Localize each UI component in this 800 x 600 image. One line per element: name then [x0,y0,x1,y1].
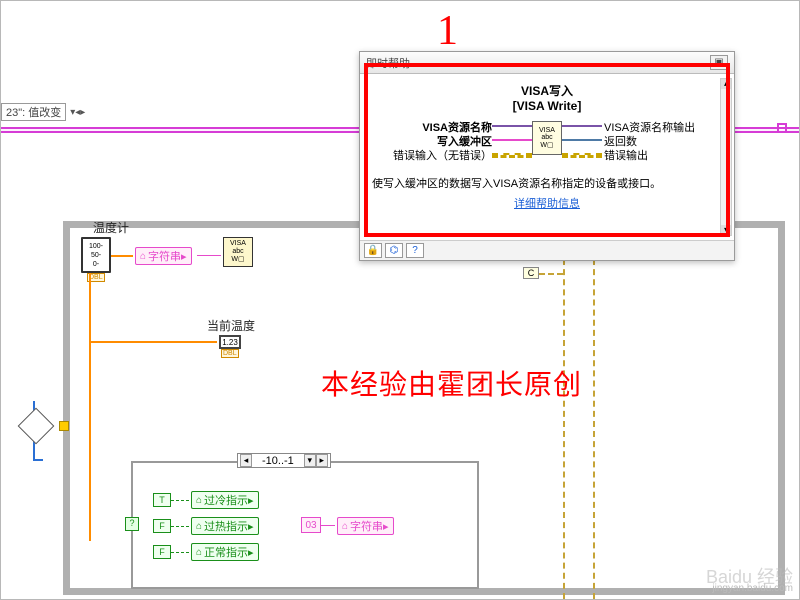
dbl-tag-2: DBL [221,349,239,358]
const-03[interactable]: 03 [301,517,321,533]
scroll-down-icon[interactable]: ▾ [721,225,731,235]
false-const-2[interactable]: F [153,545,171,559]
chevron-right-icon: ▸ [248,520,254,533]
string-link-2[interactable]: ⌂ 字符串 ▸ [337,517,394,535]
vertical-rail-1 [563,259,565,599]
hw-l1 [492,125,532,127]
wire-pink-03 [321,525,335,526]
wire-string-to-visa [197,255,221,256]
c-terminal: C [523,267,539,279]
thermometer-control[interactable]: 100- 50- 0- [81,237,111,273]
tunnel-orange [59,421,69,431]
pink-end-node [777,123,787,133]
chevron-right-icon: ▸ [248,546,254,559]
hw-r3 [562,153,602,158]
help-description: 使写入缓冲区的数据写入VISA资源名称指定的设备或接口。 [372,175,722,191]
port-in-err: 错误输入（无错误） [372,147,492,163]
help-heading-2: [VISA Write] [372,99,722,113]
false-const-1[interactable]: F [153,519,171,533]
annotation-number: 1 [437,7,458,55]
home-icon: ⌂ [140,251,146,262]
current-temp-indicator[interactable]: 1.23 [219,335,241,349]
help-lock-icon[interactable]: 🔒 [364,243,382,258]
wire-g-3 [171,552,189,553]
case-selector-terminal[interactable]: ? [125,517,139,531]
home-icon: ⌂ [196,547,202,558]
wire-orange-v2 [89,341,91,541]
event-case-label: 23": 值改变 [1,103,66,121]
wire-g-2 [171,526,189,527]
context-help-window: 即时帮助 ▣ VISA写入 [VISA Write] VISA资源名称 写入缓冲… [359,51,735,261]
compare-node[interactable] [18,408,55,445]
help-window-title: 即时帮助 [366,55,410,71]
visa-write-node[interactable]: VISA abc W▢ [223,237,253,267]
current-temp-label: 当前温度 [207,317,255,334]
true-const-1[interactable]: T [153,493,171,507]
close-icon[interactable]: ▣ [710,55,728,70]
cold-indicator-link[interactable]: ⌂ 过冷指示 ▸ [191,491,259,509]
normal-indicator-link[interactable]: ⌂ 正常指示 ▸ [191,543,259,561]
string-link-1[interactable]: ⌂ 字符串 ▸ [135,247,192,265]
watermark: Baidu 经验 jingyan.baidu.com [706,571,793,595]
wire-g-1 [171,500,189,501]
wire-orange-v1 [89,273,91,341]
case-prev-icon[interactable]: ◂ [240,454,252,467]
help-detail-link[interactable]: 详细帮助信息 [514,198,580,210]
port-out-err: 错误输出 [604,147,648,163]
scroll-up-icon[interactable]: ▴ [721,79,731,89]
home-icon: ⌂ [196,521,202,532]
help-settings-icon[interactable]: ⌬ [385,243,403,258]
hw-r2 [562,139,602,141]
chevron-right-icon: ▸ [181,250,187,263]
annotation-credit: 本经验由霍团长原创 [321,363,582,403]
hot-indicator-link[interactable]: ⌂ 过热指示 ▸ [191,517,259,535]
wire-therm-out [111,255,133,257]
help-heading-1: VISA写入 [372,82,722,99]
home-icon: ⌂ [196,495,202,506]
wire-orange-h1 [89,341,217,343]
wire-yellow-h [539,273,563,275]
vertical-rail-2 [593,259,595,599]
thermometer-label: 温度计 [93,219,129,236]
case-dropdown-icon[interactable]: ▾ [304,454,316,467]
chevron-right-icon: ▸ [383,520,389,533]
help-scrollbar[interactable]: ▴ ▾ [720,78,732,236]
hw-l3 [492,153,532,158]
home-icon: ⌂ [342,521,348,532]
help-node-icon: VISA abc W▢ [532,121,562,155]
help-question-icon[interactable]: ? [406,243,424,258]
hw-r1 [562,125,602,127]
event-case-arrows[interactable]: ▾◂▸ [70,107,85,118]
case-next-icon[interactable]: ▸ [316,454,328,467]
case-selector[interactable]: ◂ -10..-1 ▾ ▸ [237,453,331,468]
hw-l2 [492,139,532,141]
chevron-right-icon: ▸ [248,494,254,507]
